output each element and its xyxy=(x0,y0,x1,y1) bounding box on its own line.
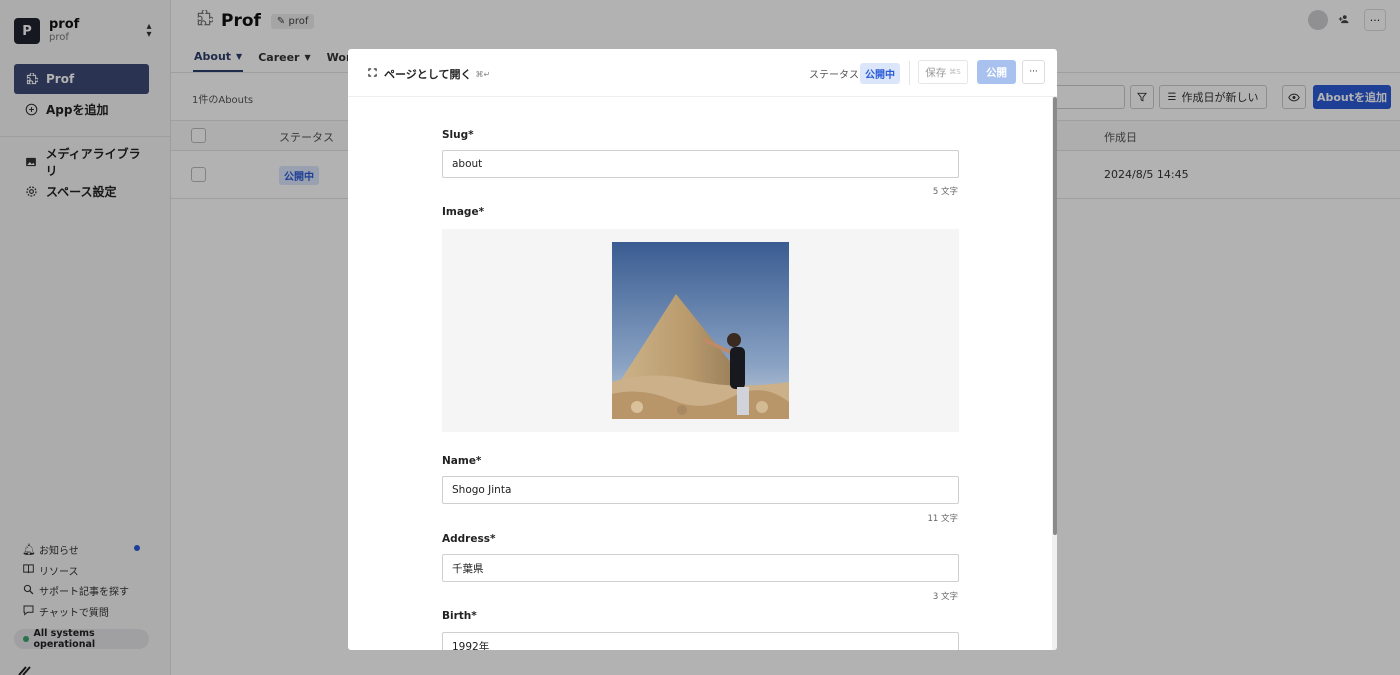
save-label: 保存 xyxy=(925,66,947,79)
slug-char-count: 5 文字 xyxy=(932,187,958,197)
name-char-count: 11 文字 xyxy=(927,514,958,524)
content-edit-modal: ページとして開く ⌘↵ ステータス 公開中 保存 ⌘S 公開 ··· Slug*… xyxy=(348,49,1057,650)
scrollbar-thumb[interactable] xyxy=(1053,97,1057,535)
name-label: Name* xyxy=(442,455,482,467)
modal-header: ページとして開く ⌘↵ ステータス 公開中 保存 ⌘S 公開 ··· xyxy=(348,49,1057,97)
birth-field[interactable] xyxy=(442,632,959,650)
address-field[interactable] xyxy=(442,554,959,582)
address-label: Address* xyxy=(442,533,496,545)
shortcut-hint: ⌘S xyxy=(949,68,961,76)
expand-icon xyxy=(368,68,377,80)
shortcut-hint: ⌘↵ xyxy=(475,69,491,79)
header-divider xyxy=(909,61,910,85)
profile-photo[interactable] xyxy=(612,242,789,419)
open-as-page-button[interactable]: ページとして開く ⌘↵ xyxy=(368,66,490,82)
name-field[interactable] xyxy=(442,476,959,504)
status-badge: 公開中 xyxy=(860,63,900,84)
image-field[interactable] xyxy=(442,229,959,432)
slug-field[interactable] xyxy=(442,150,959,178)
open-as-page-label: ページとして開く xyxy=(384,68,472,81)
address-char-count: 3 文字 xyxy=(932,592,958,602)
publish-button[interactable]: 公開 xyxy=(977,60,1016,84)
image-label: Image* xyxy=(442,206,485,218)
modal-more-button[interactable]: ··· xyxy=(1022,60,1045,84)
save-button[interactable]: 保存 ⌘S xyxy=(918,60,968,84)
status-label: ステータス xyxy=(809,70,859,81)
birth-label: Birth* xyxy=(442,610,477,622)
slug-label: Slug* xyxy=(442,129,474,141)
